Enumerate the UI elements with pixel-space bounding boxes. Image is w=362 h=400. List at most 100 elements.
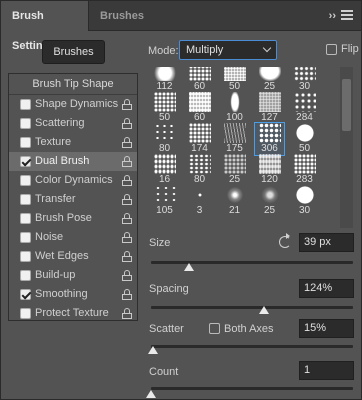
brush-preset[interactable]: 25: [255, 185, 284, 217]
flip-checkbox[interactable]: [326, 44, 337, 55]
preset-scrollbar[interactable]: [340, 67, 353, 228]
size-slider-track[interactable]: [151, 261, 353, 264]
brush-preset[interactable]: 80: [185, 154, 214, 186]
both-axes-checkbox[interactable]: [209, 323, 220, 334]
brush-preset[interactable]: 306: [254, 122, 285, 156]
lock-icon[interactable]: [122, 232, 132, 243]
brush-options-list: Brush Tip Shape Shape Dynamics Scattering…: [8, 73, 138, 321]
scatter-slider-track[interactable]: [151, 345, 353, 348]
brush-preset-thumbnail: [154, 92, 176, 112]
brush-preset[interactable]: 175: [220, 123, 249, 155]
option-checkbox[interactable]: [20, 137, 31, 148]
lock-icon[interactable]: [122, 194, 132, 205]
option-row[interactable]: Brush Pose: [9, 209, 137, 228]
option-checkbox[interactable]: [20, 99, 31, 110]
option-checkbox[interactable]: [20, 156, 31, 167]
lock-icon[interactable]: [122, 289, 132, 300]
count-field[interactable]: 1: [299, 361, 354, 380]
option-checkbox[interactable]: [20, 232, 31, 243]
option-row[interactable]: Wet Edges: [9, 247, 137, 266]
brush-preset[interactable]: 112: [150, 67, 179, 93]
option-row[interactable]: Shape Dynamics: [9, 95, 137, 114]
brush-preset[interactable]: 16: [150, 154, 179, 186]
brush-preset[interactable]: 100: [220, 92, 249, 124]
brush-preset[interactable]: 30: [290, 67, 319, 93]
spacing-slider-track[interactable]: [151, 306, 353, 309]
lock-icon[interactable]: [122, 213, 132, 224]
brush-preset[interactable]: 105: [150, 185, 179, 217]
option-row[interactable]: Build-up: [9, 266, 137, 285]
option-checkbox[interactable]: [20, 118, 31, 129]
tab-brush-settings[interactable]: Brush Settings: [1, 1, 89, 52]
option-checkbox[interactable]: [20, 270, 31, 281]
brush-preset[interactable]: 25: [255, 67, 284, 93]
brush-preset[interactable]: 50: [220, 67, 249, 93]
scrollbar-thumb[interactable]: [342, 79, 351, 131]
brush-preset[interactable]: 21: [220, 185, 249, 217]
mode-dropdown[interactable]: Multiply: [179, 40, 277, 60]
lock-icon[interactable]: [122, 99, 132, 110]
lock-icon[interactable]: [122, 308, 132, 319]
brush-preset-thumbnail: [294, 185, 316, 205]
double-chevron-right-icon[interactable]: ››: [329, 10, 336, 22]
option-checkbox[interactable]: [20, 213, 31, 224]
option-row[interactable]: Color Dynamics: [9, 171, 137, 190]
brush-preset[interactable]: 284: [290, 92, 319, 124]
brush-tip-shape-item[interactable]: Brush Tip Shape: [9, 74, 137, 95]
lock-icon[interactable]: [122, 270, 132, 281]
lock-icon[interactable]: [122, 251, 132, 262]
lock-icon[interactable]: [122, 156, 132, 167]
option-row[interactable]: Texture: [9, 133, 137, 152]
tab-brushes[interactable]: Brushes: [89, 1, 155, 31]
option-row[interactable]: Transfer: [9, 190, 137, 209]
option-row[interactable]: Smoothing: [9, 285, 137, 304]
spacing-slider-handle[interactable]: [259, 306, 269, 314]
option-checkbox[interactable]: [20, 308, 31, 319]
option-checkbox[interactable]: [20, 251, 31, 262]
option-checkbox[interactable]: [20, 194, 31, 205]
option-label: Noise: [35, 231, 64, 243]
count-label: Count: [149, 366, 179, 378]
brush-preset[interactable]: 60: [185, 67, 214, 93]
brush-preset-size: 120: [261, 174, 278, 185]
brush-preset[interactable]: 25: [220, 154, 249, 186]
spacing-field[interactable]: 124%: [299, 279, 354, 298]
count-slider-track[interactable]: [151, 387, 353, 390]
panel-menu-icon[interactable]: [341, 10, 353, 21]
option-row[interactable]: Protect Texture: [9, 304, 137, 323]
brush-preset-thumbnail: [259, 67, 281, 81]
brush-preset[interactable]: 50: [150, 92, 179, 124]
brush-preset-size: 30: [298, 205, 311, 216]
option-row[interactable]: Dual Brush: [9, 152, 137, 171]
brush-preset[interactable]: 127: [255, 92, 284, 124]
brush-preset[interactable]: 120: [255, 154, 284, 186]
option-checkbox[interactable]: [20, 175, 31, 186]
option-label: Brush Pose: [35, 212, 92, 224]
brushes-button[interactable]: Brushes: [42, 40, 105, 64]
scatter-slider-handle[interactable]: [148, 346, 158, 354]
brush-preset[interactable]: 283: [290, 154, 319, 186]
lock-icon[interactable]: [122, 137, 132, 148]
option-row[interactable]: Noise: [9, 228, 137, 247]
brush-preset[interactable]: 60: [185, 92, 214, 124]
option-row[interactable]: Scattering: [9, 114, 137, 133]
count-slider-handle[interactable]: [146, 390, 156, 398]
brush-preset-thumbnail: [154, 67, 176, 81]
tab-bar: Brush Settings Brushes ››: [1, 1, 361, 52]
brush-preset[interactable]: 80: [150, 123, 179, 155]
size-field[interactable]: 39 px: [299, 233, 354, 252]
lock-icon[interactable]: [122, 175, 132, 186]
lock-icon[interactable]: [122, 118, 132, 129]
brush-preset-size: 25: [263, 205, 276, 216]
option-checkbox[interactable]: [20, 289, 31, 300]
brush-preset[interactable]: 174: [185, 123, 214, 155]
brush-preset[interactable]: 3: [185, 185, 214, 217]
brush-preset[interactable]: 30: [290, 185, 319, 217]
brush-preset-size: 21: [228, 205, 241, 216]
scatter-field[interactable]: 15%: [299, 319, 354, 338]
brush-preset[interactable]: 50: [290, 123, 319, 155]
size-slider-handle[interactable]: [184, 263, 194, 271]
reset-size-icon[interactable]: [279, 233, 291, 248]
spacing-label: Spacing: [149, 283, 189, 295]
size-label: Size: [149, 237, 171, 249]
